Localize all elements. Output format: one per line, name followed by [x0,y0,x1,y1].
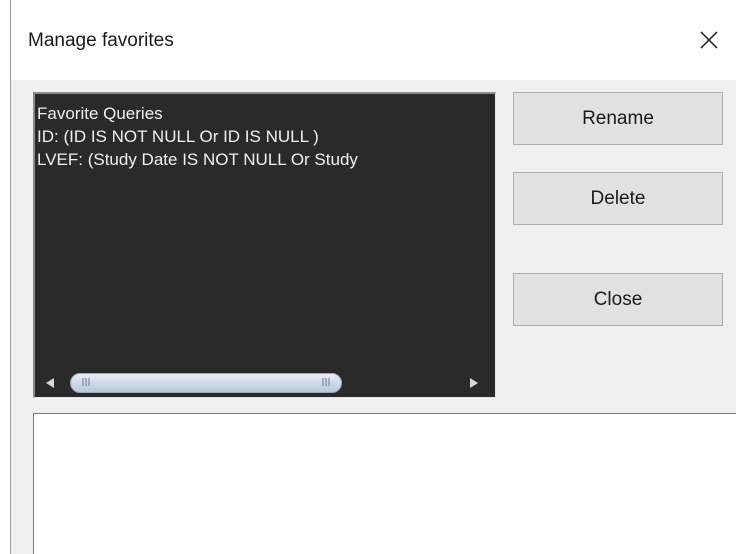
scroll-right-button[interactable] [468,377,480,389]
window-title: Manage favorites [28,30,174,51]
scroll-thumb[interactable] [70,373,342,393]
grip-icon [82,378,90,386]
list-item-id-query[interactable]: ID: (ID IS NOT NULL Or ID IS NULL ) [37,125,492,148]
grip-icon [322,378,330,386]
close-icon [700,31,718,49]
triangle-left-icon [46,378,54,388]
dialog-client-area: Favorite Queries ID: (ID IS NOT NULL Or … [11,80,736,554]
rename-button[interactable]: Rename [513,92,723,145]
close-window-button[interactable] [691,24,727,56]
manage-favorites-dialog: Manage favorites Favorite Queries ID: (I… [10,0,736,554]
list-item-lvef-query[interactable]: LVEF: (Study Date IS NOT NULL Or Study [37,148,492,171]
scroll-left-button[interactable] [44,377,56,389]
favorites-list[interactable]: Favorite Queries ID: (ID IS NOT NULL Or … [33,92,496,398]
title-bar: Manage favorites [11,0,736,80]
favorites-list-items: Favorite Queries ID: (ID IS NOT NULL Or … [37,102,492,171]
query-details-textarea[interactable] [33,413,736,554]
delete-button[interactable]: Delete [513,172,723,225]
triangle-right-icon [470,378,478,388]
horizontal-scrollbar[interactable] [35,369,494,397]
close-button[interactable]: Close [513,273,723,326]
list-item-header[interactable]: Favorite Queries [37,102,492,125]
